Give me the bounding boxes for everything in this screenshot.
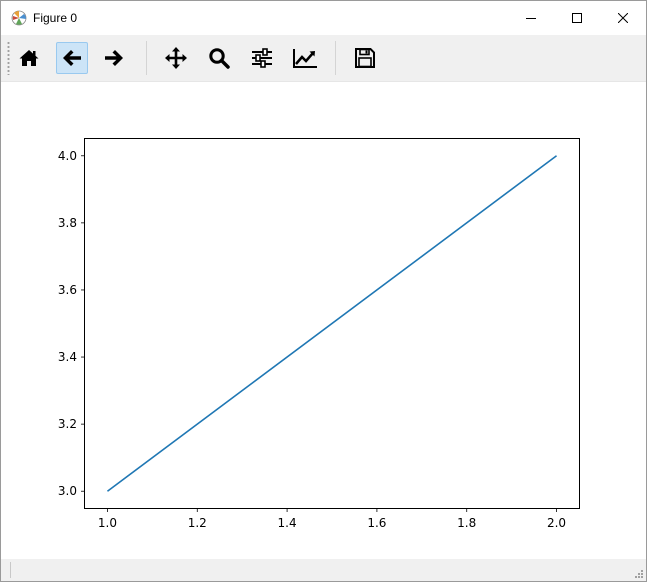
customize-button[interactable] (289, 42, 321, 74)
floppy-disk-icon (355, 48, 375, 68)
y-tick-label: 3.8 (58, 216, 77, 230)
home-button[interactable] (13, 42, 45, 74)
figure-canvas[interactable]: 1.0 1.2 1.4 1.6 1.8 2.0 3.0 3.2 3.4 3.6 3.8 4.0 (5, 82, 641, 558)
x-tick-label: 1.0 (98, 516, 117, 530)
home-icon (19, 50, 39, 66)
arrow-right-icon (105, 50, 123, 66)
maximize-icon (572, 13, 582, 23)
toolbar-separator (146, 41, 147, 75)
sliders-icon (252, 48, 272, 68)
forward-button[interactable] (98, 42, 130, 74)
x-tick-label: 1.2 (188, 516, 207, 530)
figure-window: Figure 0 1.0 1.2 1.4 1.6 1.8 2.0 3.0 3.2… (0, 0, 647, 582)
subplots-button[interactable] (246, 42, 278, 74)
navigation-toolbar (1, 35, 646, 82)
back-button[interactable] (56, 42, 88, 74)
save-button[interactable] (349, 42, 381, 74)
minimize-button[interactable] (508, 1, 554, 35)
move-icon (165, 47, 187, 69)
line-chart[interactable]: 1.0 1.2 1.4 1.6 1.8 2.0 3.0 3.2 3.4 3.6 3.8 4.0 (5, 82, 641, 558)
close-button[interactable] (600, 1, 646, 35)
y-axis: 3.0 3.2 3.4 3.6 3.8 4.0 (58, 149, 85, 498)
y-tick-label: 4.0 (58, 149, 77, 163)
x-tick-label: 1.6 (367, 516, 386, 530)
y-tick-label: 3.4 (58, 350, 77, 364)
matplotlib-logo-icon (11, 10, 27, 26)
status-separator (10, 562, 11, 578)
toolbar-separator (335, 41, 336, 75)
x-tick-label: 2.0 (547, 516, 566, 530)
close-icon (618, 13, 628, 23)
status-bar (1, 559, 646, 581)
x-tick-label: 1.8 (457, 516, 476, 530)
arrow-left-icon (63, 50, 81, 66)
maximize-button[interactable] (554, 1, 600, 35)
window-title: Figure 0 (33, 11, 78, 25)
title-bar[interactable]: Figure 0 (1, 1, 646, 35)
toolbar-grip[interactable] (7, 41, 10, 75)
pan-button[interactable] (160, 42, 192, 74)
x-axis: 1.0 1.2 1.4 1.6 1.8 2.0 (98, 508, 566, 530)
y-tick-label: 3.0 (58, 484, 77, 498)
magnifier-icon (209, 48, 230, 69)
zoom-button[interactable] (203, 42, 235, 74)
y-tick-label: 3.2 (58, 417, 77, 431)
y-tick-label: 3.6 (58, 283, 77, 297)
resize-grip-icon[interactable] (634, 569, 644, 579)
x-tick-label: 1.4 (278, 516, 297, 530)
minimize-icon (526, 18, 536, 19)
line-chart-icon (293, 49, 317, 68)
